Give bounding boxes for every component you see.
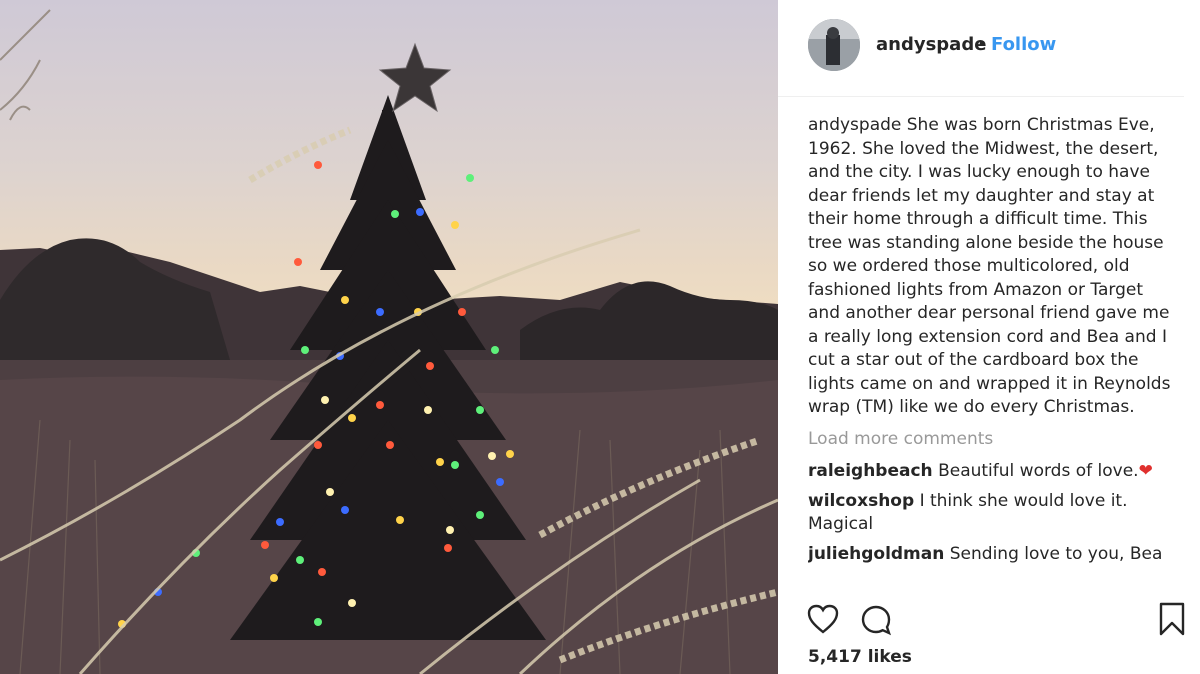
caption-text: She was born Christmas Eve, 1962. She lo… xyxy=(808,115,1171,417)
comment-bubble-icon[interactable] xyxy=(860,604,892,640)
caption: andyspade She was born Christmas Eve, 19… xyxy=(808,114,1180,420)
comment-text: Beautiful words of love. xyxy=(938,461,1139,481)
heart-emoji-icon: ❤ xyxy=(1138,461,1153,481)
list-item: juliehgoldman Sending love to you, Bea xyxy=(808,543,1180,567)
header-username[interactable]: andyspade xyxy=(876,34,986,55)
bookmark-icon[interactable] xyxy=(1159,602,1185,640)
post-actions: 5,417 likes xyxy=(778,596,1200,674)
like-heart-icon[interactable] xyxy=(807,604,839,638)
post-header: andyspade • Follow xyxy=(778,0,1184,97)
likes-count[interactable]: 5,417 likes xyxy=(808,647,912,667)
load-more-comments-button[interactable]: Load more comments xyxy=(808,428,1180,452)
list-item: wilcoxshop I think she would love it. Ma… xyxy=(808,490,1180,537)
post-photo[interactable] xyxy=(0,0,778,674)
comment-username[interactable]: juliehgoldman xyxy=(808,544,944,564)
comment-username[interactable]: raleighbeach xyxy=(808,461,933,481)
caption-username[interactable]: andyspade xyxy=(808,115,901,135)
avatar[interactable] xyxy=(808,19,860,71)
comment-username[interactable]: wilcoxshop xyxy=(808,491,914,511)
christmas-tree-photo xyxy=(0,9,778,674)
follow-button[interactable]: Follow xyxy=(991,34,1056,55)
list-item: raleighbeach Beautiful words of love.❤ xyxy=(808,460,1180,484)
separator-dot: • xyxy=(977,34,988,55)
comment-text: Sending love to you, Bea xyxy=(949,543,1163,564)
post-side-panel: andyspade • Follow andyspade She was bor… xyxy=(778,0,1200,674)
comments-list[interactable]: andyspade She was born Christmas Eve, 19… xyxy=(808,114,1180,590)
